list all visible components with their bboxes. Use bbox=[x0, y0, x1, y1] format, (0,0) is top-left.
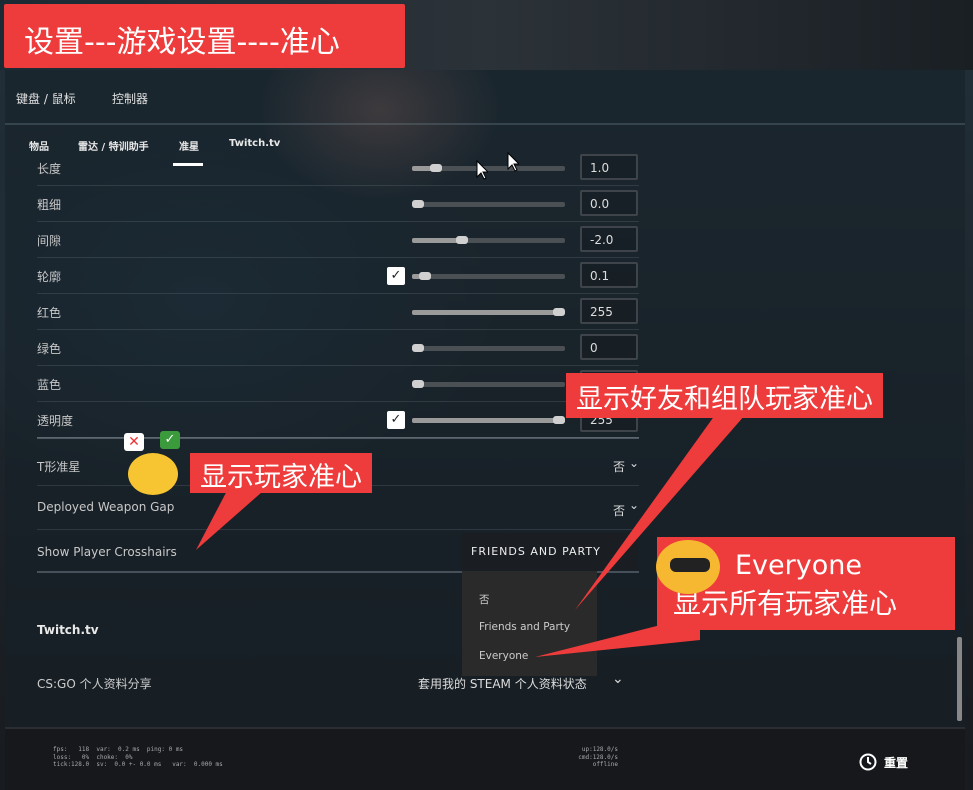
callout-everyone-cn: 显示所有玩家准心 bbox=[673, 587, 898, 620]
callout-show-player: 显示玩家准心 bbox=[190, 453, 372, 493]
mouse-cursor-icon bbox=[507, 152, 519, 172]
cool-emoji-icon bbox=[656, 540, 720, 594]
mouse-cursor-icon bbox=[476, 160, 488, 180]
callout-friends-party: 显示好友和组队玩家准心 bbox=[566, 373, 883, 418]
emoji-with-signs-icon bbox=[128, 453, 178, 495]
check-sign-icon: ✓ bbox=[160, 431, 180, 449]
callout-everyone-en: Everyone bbox=[735, 550, 862, 581]
cross-sign-icon: ✕ bbox=[124, 433, 144, 451]
